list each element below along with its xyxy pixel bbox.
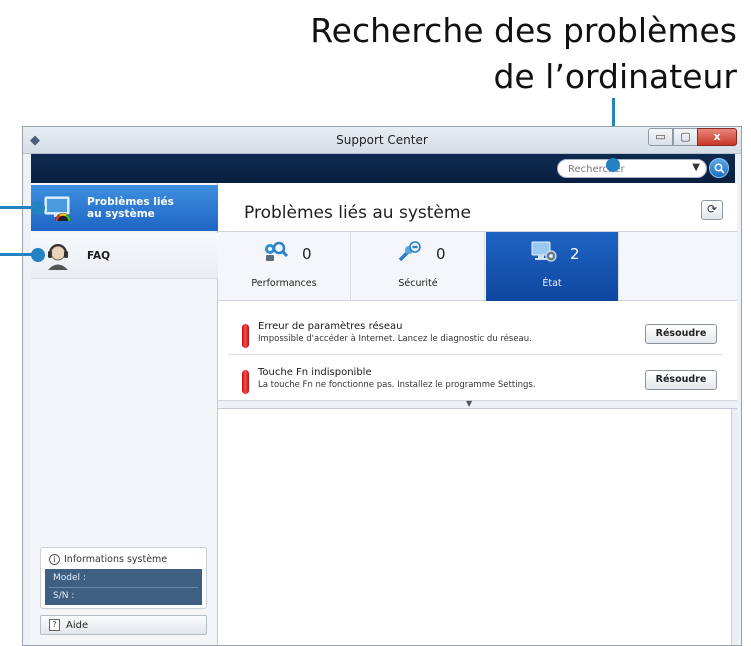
issue-title: Erreur de paramètres réseau (258, 321, 403, 332)
tab-label: Performances (251, 278, 317, 289)
issue-description: Impossible d'accéder à Internet. Lancez … (258, 334, 532, 344)
support-center-window: ◆ Support Center ▭ ▢ x ▼ (22, 126, 742, 646)
tab-performances[interactable]: 0 Performances (218, 232, 351, 301)
error-status-icon (242, 324, 249, 348)
issue-description: La touche Fn ne fonctionne pas. Installe… (258, 380, 536, 390)
triangle-down-icon[interactable]: ▼ (692, 162, 700, 173)
callout-dot-search (606, 158, 620, 172)
close-button[interactable]: x (697, 128, 737, 146)
search-input[interactable] (568, 162, 678, 176)
sidebar-item-system-problems[interactable]: Problèmes liés au système (31, 185, 218, 231)
search-box[interactable]: ▼ (557, 159, 707, 178)
info-icon: i (49, 554, 60, 565)
tab-count: 0 (436, 245, 446, 263)
search-button[interactable] (709, 158, 729, 178)
tab-etat[interactable]: 2 État (486, 232, 619, 301)
magnifier-gears-icon (265, 241, 289, 261)
system-info-values: Model : S/N : (45, 569, 202, 605)
tab-count: 2 (570, 245, 580, 263)
callout-title-line1: Recherche des problèmes (310, 11, 737, 50)
wrench-shield-icon (398, 241, 421, 262)
maximize-button[interactable]: ▢ (673, 128, 698, 146)
refresh-button[interactable]: ⟳ (701, 200, 723, 220)
callout-dot-faq (31, 248, 45, 262)
chevron-down-icon: ▼ (466, 399, 473, 408)
system-info-panel[interactable]: i Informations système Model : S/N : (40, 547, 207, 609)
title-bar: ◆ Support Center ▭ ▢ x (23, 127, 741, 154)
monitor-gauge-icon (44, 196, 71, 222)
refresh-icon: ⟳ (706, 202, 718, 216)
error-status-icon (242, 370, 249, 394)
category-tabs: 0 Performances 0 Sécurité 2 État (218, 231, 737, 301)
divider (228, 354, 723, 355)
sidebar: Problèmes liés au système FAQ i Informat… (31, 183, 218, 645)
callout-title-line2: de l’ordinateur (493, 57, 737, 96)
model-label: Model : (53, 573, 86, 583)
resolve-button[interactable]: Résoudre (645, 370, 717, 390)
expand-toggle[interactable]: ▼ (218, 399, 737, 409)
issue-title: Touche Fn indisponible (258, 367, 372, 378)
search-bar: ▼ (31, 154, 735, 183)
magnifier-icon (714, 163, 725, 174)
sidebar-item-label: Problèmes liés au système (87, 196, 174, 220)
system-info-title: Informations système (64, 554, 168, 565)
tab-count: 0 (302, 245, 312, 263)
page-title: Problèmes liés au système (244, 203, 471, 223)
sidebar-item-faq[interactable]: FAQ (31, 233, 218, 279)
scrollbar[interactable] (731, 409, 737, 645)
help-button[interactable]: ? Aide (40, 615, 207, 635)
help-document-icon: ? (49, 619, 60, 631)
system-info-heading: i Informations système (49, 554, 167, 565)
headset-agent-icon (48, 244, 68, 270)
tab-label: Sécurité (398, 278, 438, 289)
resolve-button[interactable]: Résoudre (645, 324, 717, 344)
serial-number-label: S/N : (53, 591, 75, 601)
issue-row: Erreur de paramètres réseau Impossible d… (218, 317, 737, 363)
monitor-gear-icon (531, 241, 557, 262)
main-panel: Problèmes liés au système ⟳ 0 Performanc… (218, 183, 737, 645)
tab-label: État (542, 278, 562, 289)
window-title: Support Center (336, 133, 428, 147)
tab-security[interactable]: 0 Sécurité (352, 232, 485, 301)
minimize-button[interactable]: ▭ (648, 128, 673, 146)
divider (49, 587, 198, 588)
callout-title: Recherche des problèmes de l’ordinateur (277, 8, 737, 100)
sidebar-item-label: FAQ (87, 250, 111, 262)
callout-dot-system (31, 201, 45, 215)
help-label: Aide (66, 619, 89, 631)
